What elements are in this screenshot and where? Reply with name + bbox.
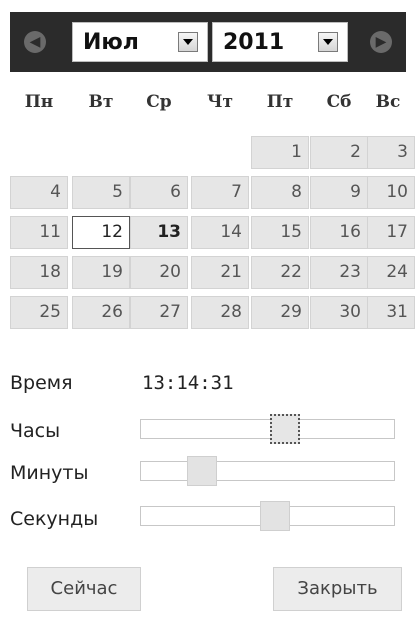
dropdown-arrow-icon[interactable] bbox=[178, 32, 198, 52]
day-cell[interactable]: 20 bbox=[130, 256, 188, 289]
month-value: Июл bbox=[83, 29, 139, 55]
day-cell[interactable]: 6 bbox=[130, 176, 188, 209]
day-cell[interactable]: 30 bbox=[310, 296, 368, 329]
seconds-slider-handle[interactable] bbox=[260, 501, 290, 531]
year-select[interactable]: 2011 bbox=[212, 22, 348, 62]
day-cell[interactable]: 9 bbox=[310, 176, 368, 209]
day-cell[interactable]: 13 bbox=[130, 216, 188, 249]
time-label: Время bbox=[10, 372, 73, 394]
day-cell[interactable]: 10 bbox=[367, 176, 415, 209]
day-cell[interactable]: 22 bbox=[251, 256, 309, 289]
day-cell[interactable]: 3 bbox=[367, 136, 415, 169]
day-cell[interactable]: 8 bbox=[251, 176, 309, 209]
weekday-header: Ср bbox=[146, 92, 172, 112]
day-cell[interactable]: 5 bbox=[72, 176, 130, 209]
chevron-left-icon: ◀ bbox=[29, 34, 41, 50]
minutes-slider[interactable] bbox=[140, 456, 395, 486]
day-cell[interactable]: 23 bbox=[310, 256, 368, 289]
day-cell[interactable]: 21 bbox=[191, 256, 249, 289]
day-cell[interactable]: 14 bbox=[191, 216, 249, 249]
calendar-header: ◀ Июл 2011 ▶ bbox=[10, 12, 406, 72]
day-cell[interactable]: 4 bbox=[10, 176, 68, 209]
weekday-header: Чт bbox=[206, 92, 234, 112]
day-cell[interactable]: 25 bbox=[10, 296, 68, 329]
seconds-label: Секунды bbox=[10, 508, 99, 530]
close-button[interactable]: Закрыть bbox=[273, 567, 402, 611]
hours-slider[interactable] bbox=[140, 414, 395, 444]
prev-month-button[interactable]: ◀ bbox=[24, 31, 46, 53]
now-button[interactable]: Сейчас bbox=[27, 567, 141, 611]
day-cell[interactable]: 11 bbox=[10, 216, 68, 249]
minutes-slider-handle[interactable] bbox=[187, 456, 217, 486]
weekday-header: Вс bbox=[375, 92, 401, 112]
day-cell[interactable]: 29 bbox=[251, 296, 309, 329]
day-cell[interactable]: 12 bbox=[72, 216, 130, 249]
day-cell[interactable]: 24 bbox=[367, 256, 415, 289]
hours-label: Часы bbox=[10, 420, 61, 442]
year-value: 2011 bbox=[223, 29, 285, 55]
hours-slider-handle[interactable] bbox=[270, 414, 300, 444]
day-cell[interactable]: 1 bbox=[251, 136, 309, 169]
next-month-button[interactable]: ▶ bbox=[370, 31, 392, 53]
weekday-header: Пн bbox=[24, 92, 54, 112]
day-cell[interactable]: 18 bbox=[10, 256, 68, 289]
day-cell[interactable]: 16 bbox=[310, 216, 368, 249]
weekday-header: Пт bbox=[266, 92, 294, 112]
time-value: 13:14:31 bbox=[142, 372, 234, 394]
day-cell[interactable]: 15 bbox=[251, 216, 309, 249]
chevron-right-icon: ▶ bbox=[375, 34, 387, 50]
day-cell[interactable]: 31 bbox=[367, 296, 415, 329]
dropdown-arrow-icon[interactable] bbox=[318, 32, 338, 52]
day-cell[interactable]: 2 bbox=[310, 136, 368, 169]
minutes-label: Минуты bbox=[10, 462, 89, 484]
day-cell[interactable]: 19 bbox=[72, 256, 130, 289]
day-cell[interactable]: 27 bbox=[130, 296, 188, 329]
weekday-header: Вт bbox=[88, 92, 114, 112]
day-cell[interactable]: 26 bbox=[72, 296, 130, 329]
day-cell[interactable]: 28 bbox=[191, 296, 249, 329]
day-cell[interactable]: 7 bbox=[191, 176, 249, 209]
month-select[interactable]: Июл bbox=[72, 22, 208, 62]
day-cell[interactable]: 17 bbox=[367, 216, 415, 249]
seconds-slider[interactable] bbox=[140, 501, 395, 531]
